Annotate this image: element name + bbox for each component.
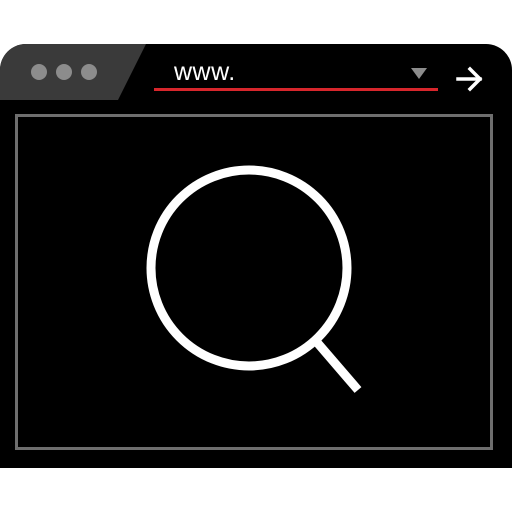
stage: [0, 0, 512, 512]
address-input[interactable]: [174, 58, 404, 86]
window-dot[interactable]: [31, 64, 47, 80]
triangle-down-icon[interactable]: [411, 68, 427, 80]
window-controls: [31, 64, 97, 80]
address-underline: [154, 88, 438, 91]
address-bar[interactable]: [154, 58, 438, 91]
arrow-right-icon[interactable]: [454, 64, 486, 94]
window-dot[interactable]: [81, 64, 97, 80]
window-dot[interactable]: [56, 64, 72, 80]
title-bar: [0, 44, 512, 100]
magnifying-glass-icon: [146, 165, 362, 393]
